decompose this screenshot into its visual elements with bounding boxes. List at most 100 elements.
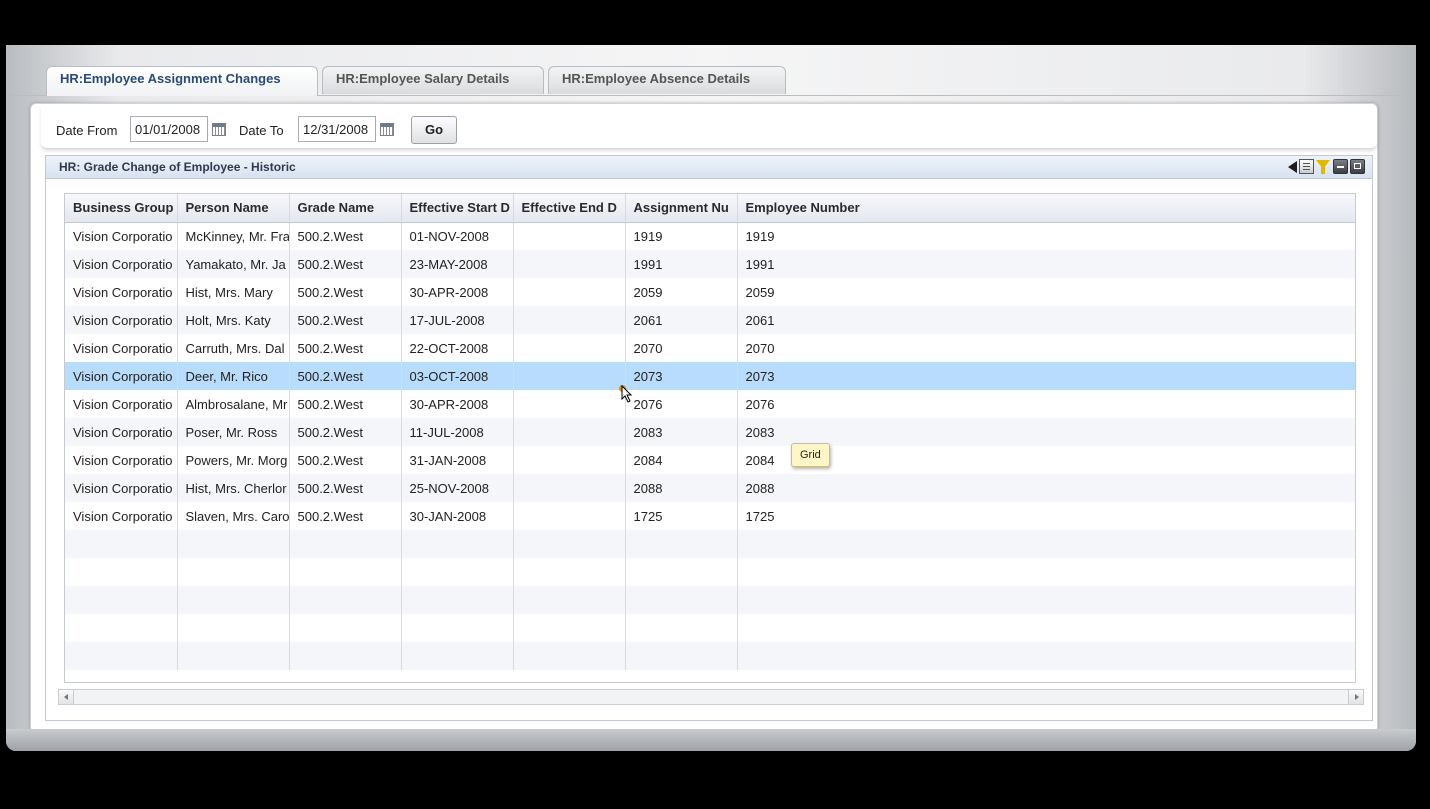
column-header[interactable]: Person Name <box>177 194 290 223</box>
table-cell <box>513 418 626 446</box>
table-row[interactable]: Vision Corporatio Poser, Mr. Ross 500.2.We… <box>65 418 1355 446</box>
table-cell <box>513 390 626 418</box>
table-cell <box>513 642 626 670</box>
table-cell: 17-JUL-2008 <box>401 306 514 334</box>
table-row[interactable]: Vision Corporatio Holt, Mrs. Katy 500.2.We… <box>65 306 1355 334</box>
table-cell <box>401 530 514 558</box>
empty-row <box>65 586 1355 614</box>
date-to-calendar-icon[interactable] <box>380 123 394 136</box>
table-cell: 2061 <box>625 306 738 334</box>
table-cell <box>401 558 514 586</box>
app-frame: HR:Employee Assignment Changes HR:Employ… <box>6 45 1416 751</box>
data-grid[interactable]: Business Group Person Name Grade Name Effec… <box>64 193 1356 683</box>
table-cell: Almbrosalane, Mr <box>177 390 290 418</box>
table-cell: 500.2.West <box>289 418 402 446</box>
table-cell: Deer, Mr. Rico <box>177 362 290 390</box>
tab-salary-details[interactable]: HR:Employee Salary Details <box>322 66 544 94</box>
scroll-right-arrow-icon[interactable] <box>1348 690 1363 704</box>
table-row[interactable]: Vision Corporatio Almbrosalane, Mr 500.2.W… <box>65 390 1355 418</box>
table-row[interactable]: Vision Corporatio Carruth, Mrs. Dal 500.2.… <box>65 334 1355 362</box>
date-from-calendar-icon[interactable] <box>212 123 226 136</box>
table-cell: 1725 <box>745 508 775 524</box>
export-icon[interactable] <box>1299 159 1314 174</box>
column-header[interactable]: Employee Number <box>737 194 1355 223</box>
table-cell: 31-JAN-2008 <box>401 446 514 474</box>
table-cell <box>513 222 626 250</box>
table-cell: 1919 <box>745 228 775 244</box>
table-cell: 30-JAN-2008 <box>401 502 514 530</box>
go-button[interactable]: Go <box>411 116 457 144</box>
table-cell: 500.2.West <box>289 474 402 502</box>
column-header[interactable]: Business Group <box>65 194 178 223</box>
table-row[interactable]: Vision Corporatio Hist, Mrs. Cherlor 500.2… <box>65 474 1355 502</box>
table-row[interactable]: Vision Corporatio Slaven, Mrs. Caro 500.2.… <box>65 502 1355 530</box>
table-cell <box>737 586 1355 614</box>
grid-tooltip: Grid <box>791 443 830 467</box>
table-cell <box>65 530 178 558</box>
table-cell <box>401 642 514 670</box>
collapse-icon[interactable] <box>1288 161 1297 173</box>
table-cell: 2076 <box>745 396 775 412</box>
table-cell: 2076 <box>625 390 738 418</box>
table-cell: 500.2.West <box>289 278 402 306</box>
table-cell <box>737 614 1355 642</box>
maximize-icon[interactable] <box>1350 159 1365 174</box>
empty-row <box>65 614 1355 642</box>
table-cell: 1991 <box>625 250 738 278</box>
date-to-label: Date To <box>239 123 284 138</box>
table-cell <box>513 502 626 530</box>
table-row[interactable]: Vision Corporatio Deer, Mr. Rico 500.2.Wes… <box>65 362 1355 390</box>
tab-absence-details[interactable]: HR:Employee Absence Details <box>548 66 786 94</box>
table-cell: 11-JUL-2008 <box>401 418 514 446</box>
table-cell: 1725 <box>625 502 738 530</box>
table-cell <box>513 530 626 558</box>
scroll-left-arrow-icon[interactable] <box>59 690 74 704</box>
minimize-icon[interactable] <box>1333 159 1348 174</box>
table-row[interactable]: Vision Corporatio Hist, Mrs. Mary 500.2.We… <box>65 278 1355 306</box>
table-cell: Carruth, Mrs. Dal <box>177 334 290 362</box>
tab-assignment-changes[interactable]: HR:Employee Assignment Changes <box>46 66 318 96</box>
grid-table: Business Group Person Name Grade Name Effec… <box>65 194 1355 670</box>
column-header[interactable]: Assignment Nu <box>625 194 738 223</box>
table-cell <box>513 362 626 390</box>
table-cell: 2073 <box>737 362 1355 390</box>
table-cell <box>625 530 738 558</box>
table-cell <box>513 334 626 362</box>
table-cell: Hist, Mrs. Mary <box>177 278 290 306</box>
filter-icon[interactable] <box>1316 160 1330 174</box>
table-cell: 500.2.West <box>289 446 402 474</box>
table-cell: 2088 <box>737 474 1355 502</box>
table-row[interactable]: Vision Corporatio Powers, Mr. Morg 500.2.W… <box>65 446 1355 474</box>
table-cell: 2059 <box>745 284 775 300</box>
table-cell: Yamakato, Mr. Ja <box>177 250 290 278</box>
table-cell: Holt, Mrs. Katy <box>177 306 290 334</box>
table-row[interactable]: Vision Corporatio McKinney, Mr. Fra 500.2.… <box>65 222 1355 250</box>
table-cell: Hist, Mrs. Cherlor <box>177 474 290 502</box>
date-to-input[interactable] <box>298 116 376 142</box>
table-cell: Vision Corporatio <box>65 390 178 418</box>
column-header[interactable]: Grade Name <box>289 194 402 223</box>
table-cell <box>513 446 626 474</box>
table-cell: 2084 <box>625 446 738 474</box>
table-cell: 500.2.West <box>289 222 402 250</box>
column-header[interactable]: Effective Start D <box>401 194 514 223</box>
table-cell: 1991 <box>737 250 1355 278</box>
table-cell: Vision Corporatio <box>65 362 178 390</box>
date-filter-bar: Date From Date To Go <box>41 106 1377 149</box>
panel-toolbar <box>1288 159 1368 175</box>
table-cell <box>625 614 738 642</box>
table-row[interactable]: Vision Corporatio Yamakato, Mr. Ja 500.2.W… <box>65 250 1355 278</box>
panel-title: HR: Grade Change of Employee - Historic <box>59 160 296 174</box>
column-header[interactable]: Effective End D <box>513 194 626 223</box>
table-cell: Vision Corporatio <box>65 278 178 306</box>
table-cell <box>65 586 178 614</box>
table-cell: Vision Corporatio <box>65 474 178 502</box>
date-from-input[interactable] <box>130 116 208 142</box>
table-cell <box>737 642 1355 670</box>
table-cell: Slaven, Mrs. Caro <box>177 502 290 530</box>
horizontal-scrollbar[interactable] <box>58 689 1364 705</box>
table-cell: Vision Corporatio <box>65 250 178 278</box>
table-cell: 2070 <box>745 340 775 356</box>
content-area: Date From Date To Go HR: Grade Change of… <box>30 103 1378 733</box>
table-cell <box>401 586 514 614</box>
